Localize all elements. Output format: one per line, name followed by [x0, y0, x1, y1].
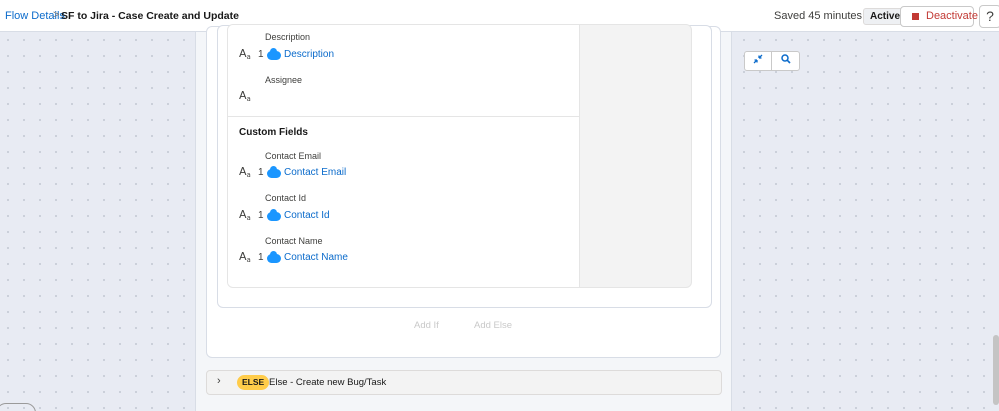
field-label-contact-id: Contact Id: [265, 193, 307, 203]
field-label-assignee: Assignee: [265, 75, 303, 85]
field-value-contact-name[interactable]: Contact Name: [284, 252, 348, 263]
text-icon: Aa: [239, 208, 251, 222]
reference-count: 1: [258, 252, 264, 263]
connector-curve: [0, 403, 36, 411]
text-icon: Aa: [239, 47, 251, 61]
page-title: SF to Jira - Case Create and Update: [61, 10, 239, 22]
decision-panel: Description Aa 1 Description Assignee Aa…: [195, 24, 732, 411]
add-if-button[interactable]: Add If: [414, 320, 439, 331]
add-else-button[interactable]: Add Else: [474, 320, 512, 331]
canvas-toolbar: [744, 51, 800, 71]
salesforce-cloud-icon: [267, 209, 281, 221]
field-label-contact-email: Contact Email: [265, 151, 322, 161]
outcome-card: Description Aa 1 Description Assignee Aa…: [206, 24, 722, 358]
field-mapping-card: Description Aa 1 Description Assignee Aa…: [227, 24, 692, 288]
field-label-description: Description: [265, 32, 311, 42]
collapse-arrows-icon[interactable]: [745, 52, 772, 70]
deactivate-button[interactable]: Deactivate: [900, 6, 978, 27]
text-icon: Aa: [239, 165, 251, 179]
salesforce-cloud-icon: [267, 48, 281, 60]
stop-icon: [912, 13, 919, 20]
text-icon: Aa: [239, 250, 251, 264]
salesforce-cloud-icon: [267, 251, 281, 263]
section-divider: [228, 116, 580, 117]
field-value-contact-email[interactable]: Contact Email: [284, 167, 346, 178]
reference-count: 1: [258, 167, 264, 178]
scrollbar[interactable]: [993, 335, 999, 405]
custom-fields-title: Custom Fields: [239, 127, 308, 138]
chevron-right-icon[interactable]: ›: [217, 375, 221, 387]
help-button[interactable]: ?: [979, 5, 999, 28]
else-badge: ELSE: [237, 375, 270, 390]
field-value-contact-id[interactable]: Contact Id: [284, 210, 330, 221]
search-icon[interactable]: [772, 52, 799, 70]
breadcrumb-separator: >: [53, 9, 60, 21]
field-value-description[interactable]: Description: [284, 49, 334, 60]
deactivate-label: Deactivate: [926, 10, 978, 22]
else-branch-label: Else - Create new Bug/Task: [269, 377, 387, 388]
add-condition-row: Add If Add Else: [207, 309, 722, 343]
text-icon: Aa: [239, 89, 251, 103]
action-card: Description Aa 1 Description Assignee Aa…: [217, 24, 712, 308]
field-list: Description Aa 1 Description Assignee Aa…: [228, 25, 580, 287]
reference-count: 1: [258, 49, 264, 60]
else-branch-row[interactable]: › ELSE Else - Create new Bug/Task: [206, 370, 722, 395]
reference-count: 1: [258, 210, 264, 221]
field-label-contact-name: Contact Name: [265, 236, 323, 246]
salesforce-cloud-icon: [267, 166, 281, 178]
